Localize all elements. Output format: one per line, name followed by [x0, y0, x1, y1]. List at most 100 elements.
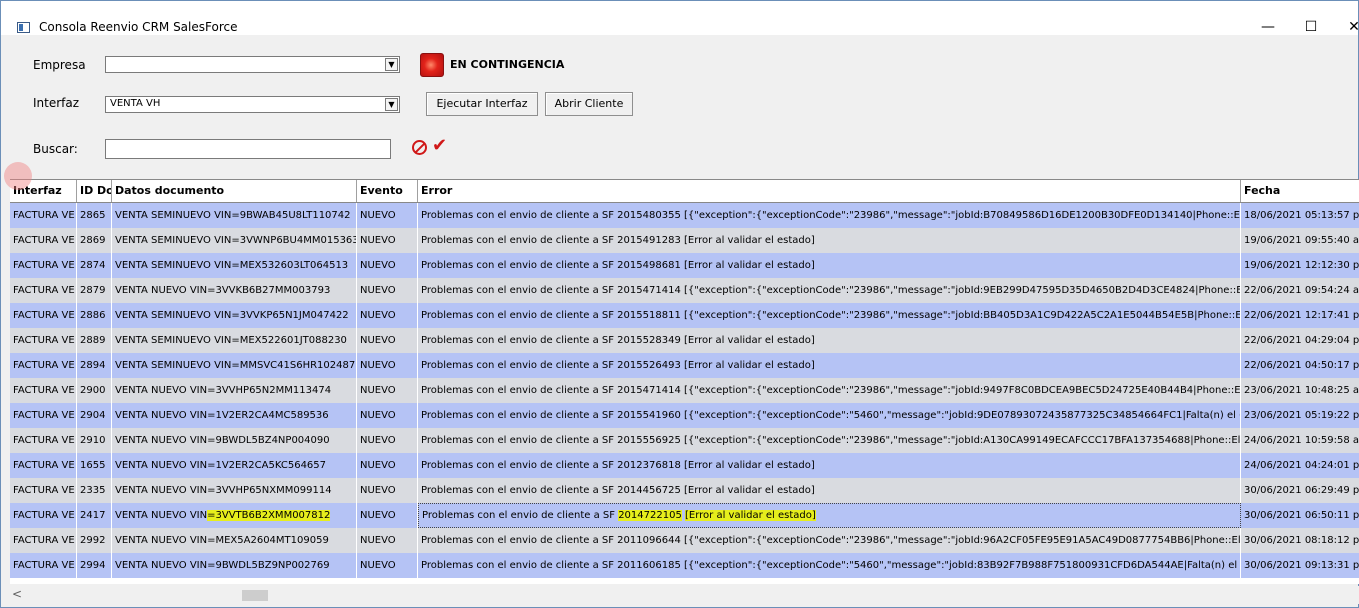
cell-id[interactable]: 2879: [77, 278, 112, 303]
cell-fecha[interactable]: 30/06/2021 08:18:12 p.: [1241, 528, 1359, 553]
cell-datos[interactable]: VENTA NUEVO VIN=1V2ER2CA4MC589536: [112, 403, 357, 428]
cell-id[interactable]: 2910: [77, 428, 112, 453]
cell-interfaz[interactable]: FACTURA VE: [10, 428, 77, 453]
cell-id[interactable]: 2894: [77, 353, 112, 378]
table-row[interactable]: FACTURA VE 2894 VENTA SEMINUEVO VIN=MMSVC4…: [10, 353, 1359, 378]
table-row[interactable]: FACTURA VE 2879 VENTA NUEVO VIN=3VVKB6B27M…: [10, 278, 1359, 303]
cell-evento[interactable]: NUEVO: [357, 328, 418, 353]
cell-evento[interactable]: NUEVO: [357, 303, 418, 328]
scroll-left-icon[interactable]: <: [12, 587, 22, 601]
cell-fecha[interactable]: 30/06/2021 06:50:11 p.: [1241, 503, 1359, 528]
interfaz-dropdown[interactable]: VENTA VH ▼: [105, 96, 400, 113]
empresa-dropdown[interactable]: ▼: [105, 56, 400, 73]
cell-id[interactable]: 2889: [77, 328, 112, 353]
horizontal-scrollbar[interactable]: <: [10, 586, 1359, 604]
cell-interfaz[interactable]: FACTURA VE: [10, 253, 77, 278]
cell-error[interactable]: Problemas con el envio de cliente a SF 2…: [418, 553, 1241, 578]
table-row[interactable]: FACTURA VE 2900 VENTA NUEVO VIN=3VVHP65N2M…: [10, 378, 1359, 403]
cell-evento[interactable]: NUEVO: [357, 503, 418, 528]
cell-error[interactable]: Problemas con el envio de cliente a SF 2…: [418, 353, 1241, 378]
table-row[interactable]: FACTURA VE 2874 VENTA SEMINUEVO VIN=MEX532…: [10, 253, 1359, 278]
cell-error[interactable]: Problemas con el envio de cliente a SF 2…: [418, 378, 1241, 403]
cell-interfaz[interactable]: FACTURA VE: [10, 328, 77, 353]
cell-interfaz[interactable]: FACTURA VE: [10, 553, 77, 578]
close-button[interactable]: ✕: [1344, 17, 1359, 37]
cell-evento[interactable]: NUEVO: [357, 453, 418, 478]
cell-fecha[interactable]: 18/06/2021 05:13:57 p.: [1241, 203, 1359, 228]
search-input[interactable]: [105, 139, 391, 159]
cell-fecha[interactable]: 23/06/2021 10:48:25 a.: [1241, 378, 1359, 403]
table-row[interactable]: FACTURA VE 2865 VENTA SEMINUEVO VIN=9BWAB4…: [10, 203, 1359, 228]
scroll-thumb[interactable]: [242, 590, 268, 601]
cell-id[interactable]: 2874: [77, 253, 112, 278]
cell-evento[interactable]: NUEVO: [357, 253, 418, 278]
cell-error[interactable]: Problemas con el envio de cliente a SF 2…: [418, 478, 1241, 503]
cell-interfaz[interactable]: FACTURA VE: [10, 228, 77, 253]
cell-error[interactable]: Problemas con el envio de cliente a SF 2…: [418, 228, 1241, 253]
cell-fecha[interactable]: 30/06/2021 09:13:31 p.: [1241, 553, 1359, 578]
cell-fecha[interactable]: 22/06/2021 12:17:41 p.: [1241, 303, 1359, 328]
clear-search-icon[interactable]: [412, 140, 427, 155]
cell-id[interactable]: 1655: [77, 453, 112, 478]
cell-interfaz[interactable]: FACTURA VE: [10, 503, 77, 528]
cell-error[interactable]: Problemas con el envio de cliente a SF 2…: [418, 403, 1241, 428]
ejecutar-interfaz-button[interactable]: Ejecutar Interfaz: [426, 92, 538, 116]
table-row[interactable]: FACTURA VE 2417 VENTA NUEVO VIN=3VVTB6B2XM…: [10, 503, 1359, 528]
cell-interfaz[interactable]: FACTURA VE: [10, 353, 77, 378]
cell-interfaz[interactable]: FACTURA VE: [10, 528, 77, 553]
cell-evento[interactable]: NUEVO: [357, 528, 418, 553]
cell-evento[interactable]: NUEVO: [357, 228, 418, 253]
table-row[interactable]: FACTURA VE 2886 VENTA SEMINUEVO VIN=3VVKP6…: [10, 303, 1359, 328]
column-header-evento[interactable]: Evento: [357, 180, 418, 202]
table-row[interactable]: FACTURA VE 2910 VENTA NUEVO VIN=9BWDL5BZ4N…: [10, 428, 1359, 453]
cell-error[interactable]: Problemas con el envio de cliente a SF 2…: [418, 303, 1241, 328]
cell-datos[interactable]: VENTA NUEVO VIN=3VVTB6B2XMM007812: [112, 503, 357, 528]
cell-evento[interactable]: NUEVO: [357, 428, 418, 453]
column-header-id[interactable]: ID Do: [77, 180, 112, 202]
cell-evento[interactable]: NUEVO: [357, 203, 418, 228]
cell-datos[interactable]: VENTA SEMINUEVO VIN=MEX532603LT064513: [112, 253, 357, 278]
cell-evento[interactable]: NUEVO: [357, 353, 418, 378]
table-row[interactable]: FACTURA VE 2904 VENTA NUEVO VIN=1V2ER2CA4M…: [10, 403, 1359, 428]
cell-id[interactable]: 2865: [77, 203, 112, 228]
cell-datos[interactable]: VENTA SEMINUEVO VIN=3VWNP6BU4MM015363: [112, 228, 357, 253]
cell-datos[interactable]: VENTA NUEVO VIN=3VVHP65N2MM113474: [112, 378, 357, 403]
cell-interfaz[interactable]: FACTURA VE: [10, 203, 77, 228]
cell-error[interactable]: Problemas con el envio de cliente a SF 2…: [418, 203, 1241, 228]
cell-datos[interactable]: VENTA NUEVO VIN=1V2ER2CA5KC564657: [112, 453, 357, 478]
cell-interfaz[interactable]: FACTURA VE: [10, 303, 77, 328]
cell-id[interactable]: 2900: [77, 378, 112, 403]
cell-datos[interactable]: VENTA NUEVO VIN=3VVHP65NXMM099114: [112, 478, 357, 503]
cell-evento[interactable]: NUEVO: [357, 478, 418, 503]
table-row[interactable]: FACTURA VE 2889 VENTA SEMINUEVO VIN=MEX522…: [10, 328, 1359, 353]
cell-error[interactable]: Problemas con el envio de cliente a SF 2…: [418, 278, 1241, 303]
chevron-down-icon[interactable]: ▼: [385, 98, 398, 111]
cell-id[interactable]: 2886: [77, 303, 112, 328]
cell-datos[interactable]: VENTA SEMINUEVO VIN=MEX522601JT088230: [112, 328, 357, 353]
cell-error[interactable]: Problemas con el envio de cliente a SF 2…: [418, 328, 1241, 353]
cell-interfaz[interactable]: FACTURA VE: [10, 478, 77, 503]
cell-datos[interactable]: VENTA NUEVO VIN=3VVKB6B27MM003793: [112, 278, 357, 303]
cell-interfaz[interactable]: FACTURA VE: [10, 403, 77, 428]
cell-evento[interactable]: NUEVO: [357, 553, 418, 578]
minimize-button[interactable]: —: [1258, 17, 1278, 37]
cell-interfaz[interactable]: FACTURA VE: [10, 453, 77, 478]
cell-error[interactable]: Problemas con el envio de cliente a SF 2…: [418, 528, 1241, 553]
cell-fecha[interactable]: 24/06/2021 04:24:01 p.: [1241, 453, 1359, 478]
table-row[interactable]: FACTURA VE 2994 VENTA NUEVO VIN=9BWDL5BZ9N…: [10, 553, 1359, 578]
cell-datos[interactable]: VENTA SEMINUEVO VIN=MMSVC41S6HR102487: [112, 353, 357, 378]
cell-evento[interactable]: NUEVO: [357, 278, 418, 303]
cell-datos[interactable]: VENTA NUEVO VIN=9BWDL5BZ4NP004090: [112, 428, 357, 453]
abrir-cliente-button[interactable]: Abrir Cliente: [545, 92, 633, 116]
cell-interfaz[interactable]: FACTURA VE: [10, 378, 77, 403]
cell-datos[interactable]: VENTA SEMINUEVO VIN=3VVKP65N1JM047422: [112, 303, 357, 328]
cell-id[interactable]: 2417: [77, 503, 112, 528]
cell-id[interactable]: 2992: [77, 528, 112, 553]
column-header-error[interactable]: Error: [418, 180, 1241, 202]
cell-datos[interactable]: VENTA NUEVO VIN=MEX5A2604MT109059: [112, 528, 357, 553]
cell-id[interactable]: 2335: [77, 478, 112, 503]
cell-error[interactable]: Problemas con el envio de cliente a SF 2…: [418, 253, 1241, 278]
cell-fecha[interactable]: 22/06/2021 04:50:17 p.: [1241, 353, 1359, 378]
column-header-fecha[interactable]: Fecha: [1241, 180, 1359, 202]
cell-fecha[interactable]: 19/06/2021 12:12:30 p.: [1241, 253, 1359, 278]
